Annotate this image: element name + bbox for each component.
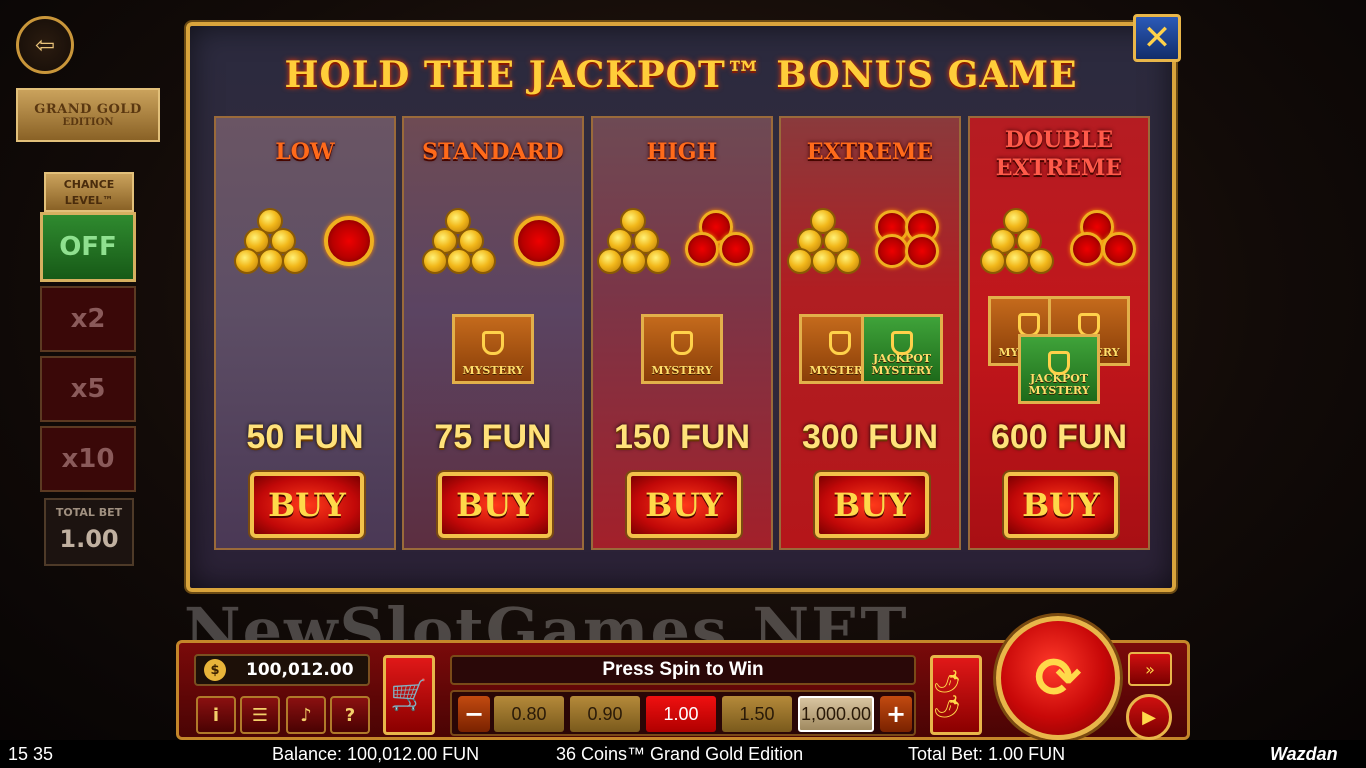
balance-value: 100,012.00 — [246, 660, 354, 680]
card-price: 150 FUN — [613, 418, 751, 456]
bet-option-selected[interactable]: 1.00 — [646, 696, 716, 732]
chili-icon[interactable]: 🌶🌶 — [930, 655, 982, 735]
bonus-card-low: LOW 50 FUN BUY — [214, 116, 396, 550]
game-logo: GRAND GOLD EDITION — [16, 88, 160, 142]
card-title: HIGH — [646, 139, 718, 165]
status-balance: Balance: 100,012.00 FUN — [272, 744, 480, 764]
menu-icon[interactable]: ☰ — [240, 696, 280, 734]
card-title: STANDARD — [422, 139, 564, 165]
logo-line2: EDITION — [62, 117, 114, 128]
message-display: Press Spin to Win — [450, 655, 916, 685]
chance-x10-button[interactable]: x10 — [40, 426, 136, 492]
bonus-card-standard: STANDARD MYSTERY 75 FUN BUY — [402, 116, 584, 550]
card-title: DOUBLE EXTREME — [995, 127, 1123, 181]
bet-selector: − 0.80 0.90 1.00 1.50 1,000.00 + — [450, 690, 916, 736]
balance-display: $ 100,012.00 — [194, 654, 370, 686]
chance-total-bet: TOTAL BET 1.00 — [44, 498, 134, 566]
jackpot-mystery-chest-icon: JACKPOT MYSTERY — [1018, 334, 1100, 404]
logo-line1: GRAND GOLD — [34, 102, 142, 117]
brand-logo: Wazdan — [1270, 744, 1338, 764]
modal-title: HOLD THE JACKPOT™ BONUS GAME — [284, 54, 1078, 96]
autoplay-icon[interactable]: ▶ — [1126, 694, 1172, 740]
chance-level-stack: OFF x2 x5 x10 — [40, 212, 136, 496]
bonus-card-high: HIGH MYSTERY 150 FUN BUY — [591, 116, 773, 550]
buy-low-button[interactable]: BUY — [250, 472, 364, 538]
gold-coins-icon — [980, 208, 1054, 278]
total-bet-value: 1.00 — [59, 525, 119, 553]
chest-label: JACKPOT MYSTERY — [871, 352, 933, 377]
red-coins-icon — [685, 210, 757, 276]
red-coin-icon — [512, 210, 584, 276]
chance-x2-button[interactable]: x2 — [40, 286, 136, 352]
status-total-bet: Total Bet: 1.00 FUN — [908, 744, 1066, 764]
spin-icon[interactable]: ⟳ — [996, 616, 1120, 740]
gold-coins-icon — [597, 208, 671, 278]
bet-increase-button[interactable]: + — [880, 696, 912, 732]
mystery-chest-icon: MYSTERY — [641, 314, 723, 384]
card-title: EXTREME — [806, 139, 934, 165]
clock: 15 35 — [8, 744, 54, 764]
total-bet-label: TOTAL BET — [55, 506, 123, 519]
info-icon[interactable]: i — [196, 696, 236, 734]
red-coins-icon — [875, 210, 947, 276]
card-price: 600 FUN — [990, 418, 1128, 456]
game-title: 36 Coins™ Grand Gold Edition — [556, 744, 804, 764]
buy-standard-button[interactable]: BUY — [438, 472, 552, 538]
buy-extreme-button[interactable]: BUY — [815, 472, 929, 538]
gold-coins-icon — [787, 208, 861, 278]
card-price: 50 FUN — [246, 418, 364, 456]
bonus-card-extreme: EXTREME MYSTERY JACKPOT MYSTERY 300 FUN … — [779, 116, 961, 550]
buy-high-button[interactable]: BUY — [627, 472, 741, 538]
sound-icon[interactable]: ♪ — [286, 696, 326, 734]
gold-coins-icon — [422, 208, 496, 278]
chance-off-button[interactable]: OFF — [40, 212, 136, 282]
close-icon[interactable]: ✕ — [1133, 14, 1181, 62]
money-bag-icon: $ — [204, 659, 226, 681]
chest-label: JACKPOT MYSTERY — [1028, 372, 1090, 397]
exit-icon[interactable]: ⇦ — [16, 16, 74, 74]
bet-option[interactable]: 0.90 — [570, 696, 640, 732]
buy-double-extreme-button[interactable]: BUY — [1004, 472, 1118, 538]
bet-option[interactable]: 1.50 — [722, 696, 792, 732]
card-price: 75 FUN — [434, 418, 552, 456]
turbo-icon[interactable]: » — [1128, 652, 1172, 686]
card-price: 300 FUN — [801, 418, 939, 456]
bonus-card-double-extreme: DOUBLE EXTREME MYSTERY MYSTERY JACKPOT M… — [968, 116, 1150, 550]
chest-label: MYSTERY — [462, 364, 524, 377]
help-icon[interactable]: ? — [330, 696, 370, 734]
red-coins-icon — [1070, 210, 1142, 276]
chance-x5-button[interactable]: x5 — [40, 356, 136, 422]
bet-option[interactable]: 0.80 — [494, 696, 564, 732]
bet-option[interactable]: 1,000.00 — [798, 696, 874, 732]
cart-icon[interactable]: 🛒 — [383, 655, 435, 735]
mystery-chest-icon: MYSTERY — [452, 314, 534, 384]
chance-level-title: CHANCE LEVEL™ — [44, 172, 134, 212]
card-title: LOW — [275, 139, 335, 165]
status-bar: 15 35 Balance: 100,012.00 FUN 36 Coins™ … — [0, 740, 1366, 768]
red-coin-icon — [322, 210, 394, 276]
jackpot-mystery-chest-icon: JACKPOT MYSTERY — [861, 314, 943, 384]
bet-decrease-button[interactable]: − — [458, 696, 490, 732]
chest-label: MYSTERY — [651, 364, 713, 377]
gold-coins-icon — [234, 208, 308, 278]
